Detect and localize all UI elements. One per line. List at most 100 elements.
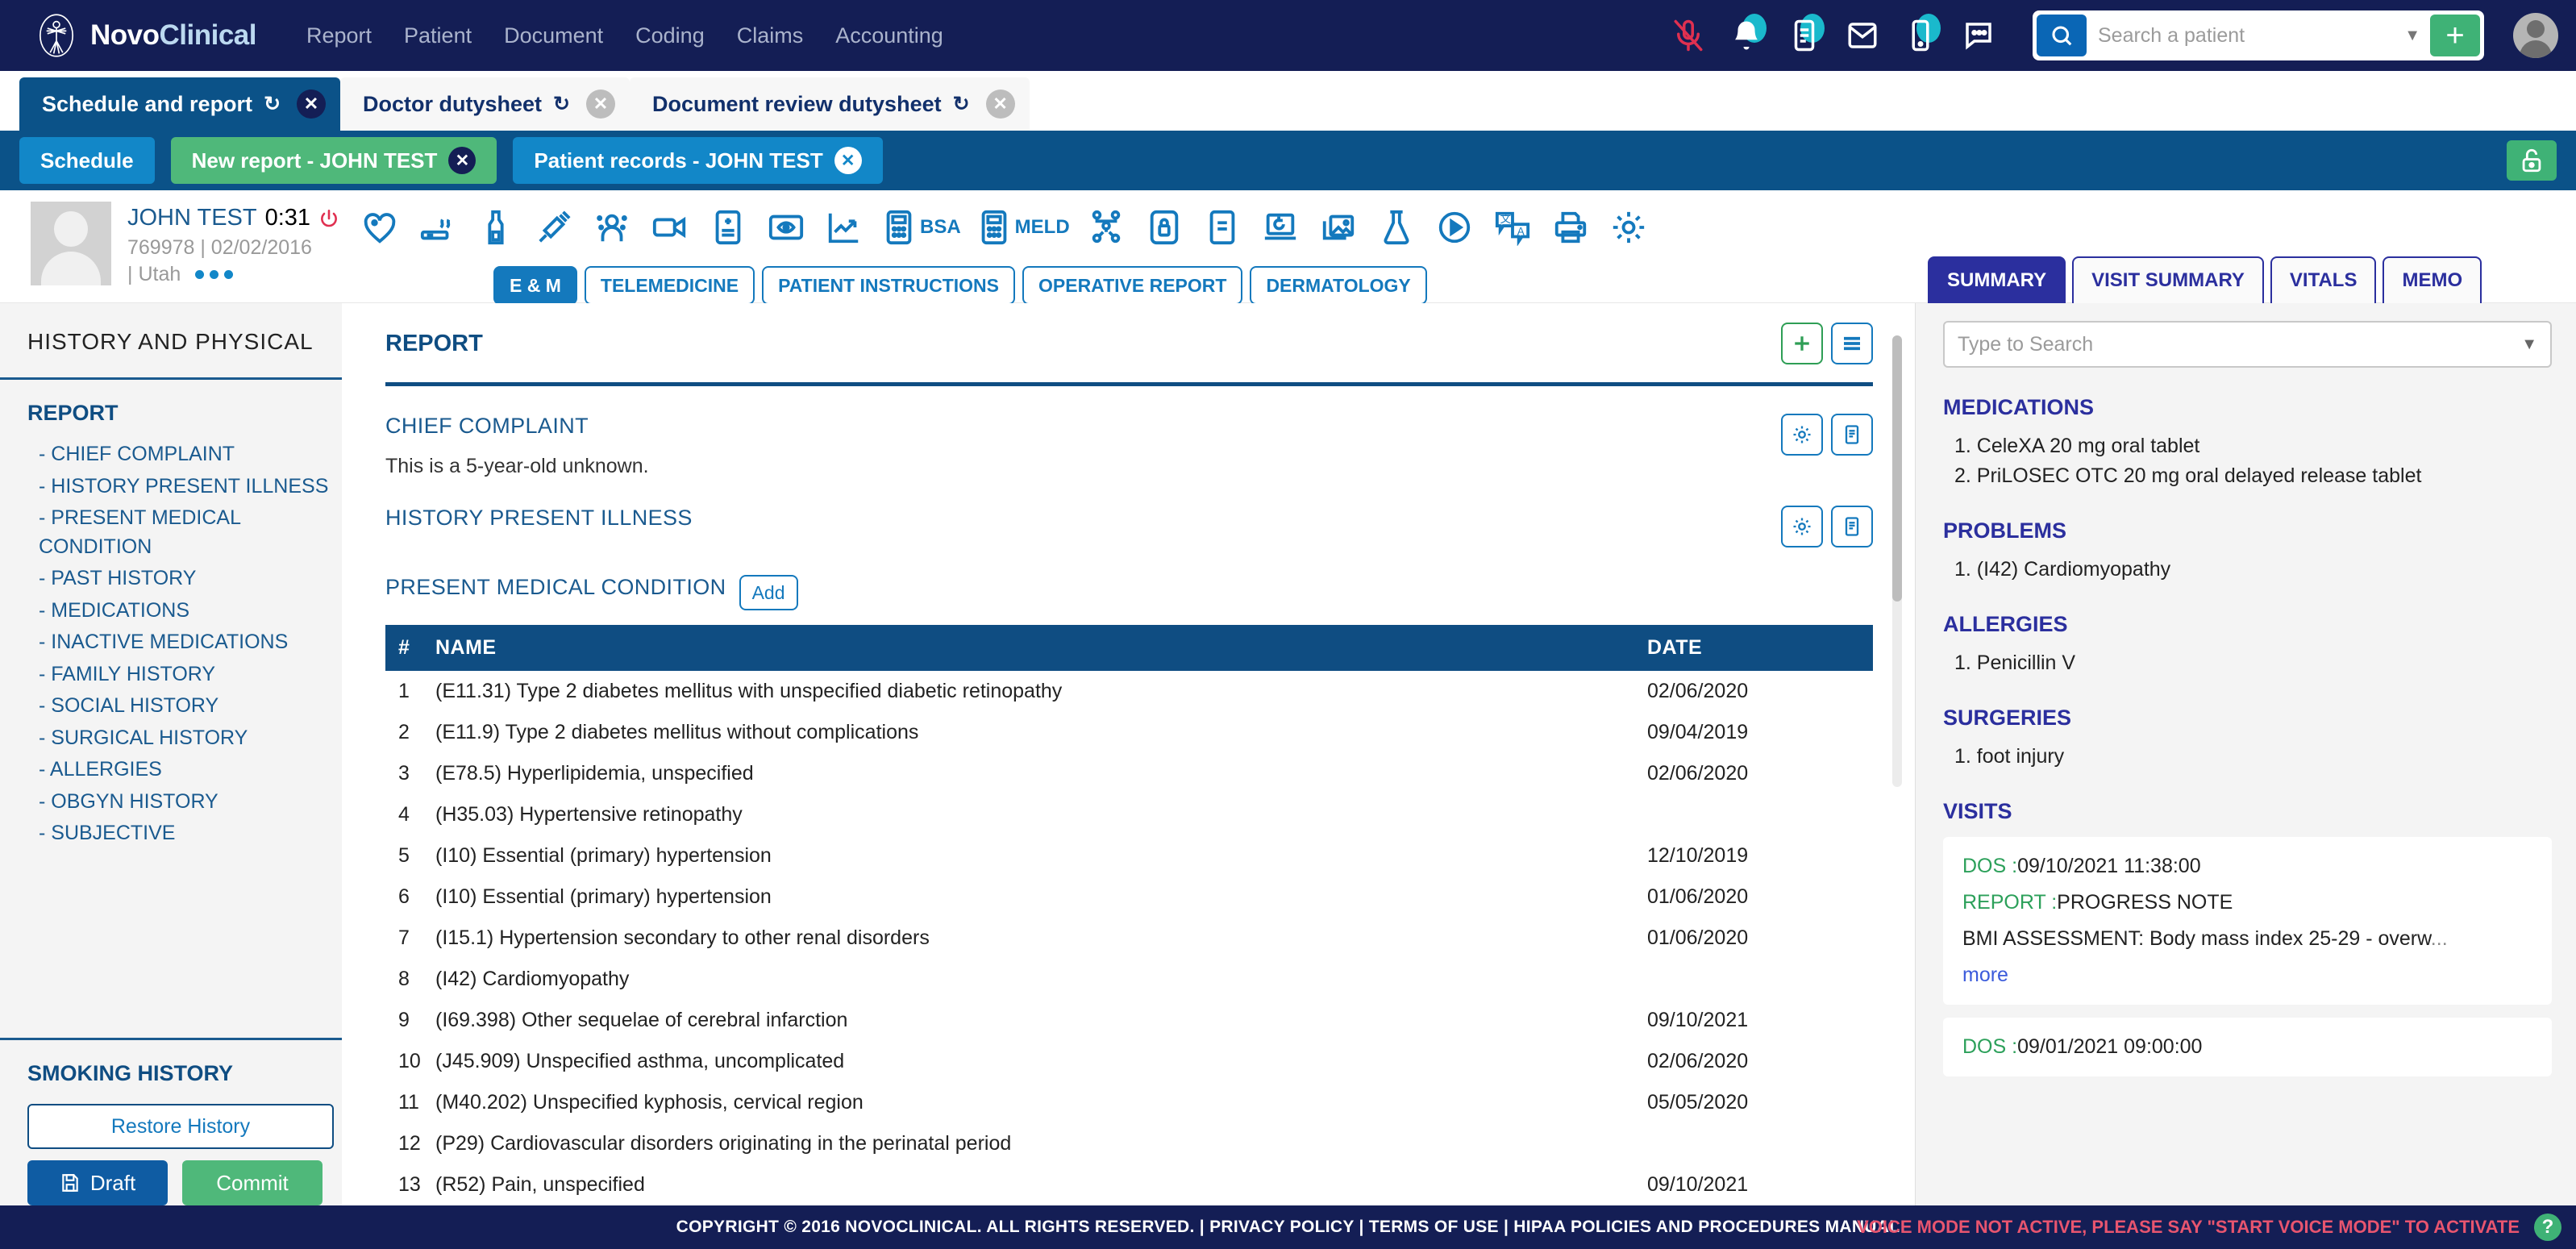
notifications-bell-icon[interactable] — [1728, 17, 1765, 54]
sidebar-item-allergies[interactable]: - ALLERGIES — [27, 754, 342, 786]
search-button[interactable] — [2037, 15, 2087, 56]
add-patient-button[interactable]: + — [2430, 15, 2480, 56]
brand-logo-group[interactable]: NovoClinical — [34, 13, 256, 58]
alcohol-bottle-icon[interactable] — [471, 205, 521, 250]
document-icon[interactable] — [1197, 205, 1247, 250]
lock-icon[interactable] — [1139, 205, 1189, 250]
table-row[interactable]: 10(J45.909) Unspecified asthma, uncompli… — [385, 1041, 1873, 1082]
sub-tab-new-report[interactable]: New report - JOHN TEST ✕ — [171, 137, 497, 184]
video-camera-icon[interactable] — [645, 205, 695, 250]
user-avatar[interactable] — [2513, 13, 2558, 58]
table-row[interactable]: 4(H35.03) Hypertensive retinopathy — [385, 794, 1873, 835]
table-row[interactable]: 5(I10) Essential (primary) hypertension1… — [385, 835, 1873, 876]
table-row[interactable]: 7(I15.1) Hypertension secondary to other… — [385, 918, 1873, 959]
gear-icon[interactable] — [1604, 205, 1654, 250]
unlock-button[interactable] — [2507, 140, 2557, 181]
sidebar-item-past-history[interactable]: - PAST HISTORY — [27, 563, 342, 595]
window-tab-document-review-dutysheet[interactable]: Document review dutysheet ↻ ✕ — [630, 77, 1030, 131]
sidebar-item-social-history[interactable]: - SOCIAL HISTORY — [27, 690, 342, 722]
section-template-button[interactable] — [1831, 414, 1873, 456]
cigarette-icon[interactable] — [413, 205, 463, 250]
tab-vitals[interactable]: VITALS — [2270, 256, 2377, 303]
microphone-muted-icon[interactable] — [1670, 17, 1707, 54]
report-type-e-and-m[interactable]: E & M — [493, 266, 577, 305]
power-icon[interactable] — [318, 208, 339, 229]
visit-more-link[interactable]: more — [1962, 964, 2532, 987]
report-type-dermatology[interactable]: DERMATOLOGY — [1250, 266, 1426, 305]
close-icon[interactable]: ✕ — [986, 90, 1015, 119]
report-menu-button[interactable] — [1831, 323, 1873, 364]
help-icon[interactable]: ? — [2534, 1214, 2561, 1241]
report-scrollbar[interactable] — [1892, 335, 1902, 787]
refresh-icon[interactable]: ↻ — [264, 92, 281, 116]
menu-item-report[interactable]: Report — [306, 23, 372, 48]
family-tree-icon[interactable] — [1081, 205, 1131, 250]
translate-icon[interactable]: 文A — [1488, 205, 1538, 250]
meld-calculator-icon[interactable]: MELD — [972, 205, 1073, 250]
table-row[interactable]: 1(E11.31) Type 2 diabetes mellitus with … — [385, 671, 1873, 712]
restore-laptop-icon[interactable] — [1255, 205, 1305, 250]
refresh-icon[interactable]: ↻ — [953, 92, 970, 116]
close-icon[interactable]: ✕ — [297, 90, 326, 119]
menu-item-claims[interactable]: Claims — [737, 23, 804, 48]
chevron-down-icon[interactable]: ▼ — [2395, 27, 2430, 45]
table-row[interactable]: 3(E78.5) Hyperlipidemia, unspecified02/0… — [385, 753, 1873, 794]
tasks-clipboard-icon[interactable] — [1786, 17, 1823, 54]
refresh-icon[interactable]: ↻ — [553, 92, 570, 116]
tab-visit-summary[interactable]: VISIT SUMMARY — [2072, 256, 2264, 303]
sidebar-item-family-history[interactable]: - FAMILY HISTORY — [27, 659, 342, 691]
menu-item-document[interactable]: Document — [504, 23, 603, 48]
menu-item-coding[interactable]: Coding — [635, 23, 705, 48]
visit-card[interactable]: DOS :09/10/2021 11:38:00 REPORT :PROGRES… — [1943, 837, 2552, 1005]
table-row[interactable]: 12(P29) Cardiovascular disorders origina… — [385, 1123, 1873, 1164]
report-type-patient-instructions[interactable]: PATIENT INSTRUCTIONS — [762, 266, 1015, 305]
bsa-calculator-icon[interactable]: BSA — [877, 205, 964, 250]
table-row[interactable]: 9(I69.398) Other sequelae of cerebral in… — [385, 1000, 1873, 1041]
close-icon[interactable]: ✕ — [834, 147, 862, 174]
images-icon[interactable] — [1313, 205, 1363, 250]
menu-item-accounting[interactable]: Accounting — [835, 23, 943, 48]
sidebar-item-obgyn-history[interactable]: - OBGYN HISTORY — [27, 786, 342, 818]
sidebar-item-surgical-history[interactable]: - SURGICAL HISTORY — [27, 722, 342, 755]
section-template-button[interactable] — [1831, 506, 1873, 547]
heart-icon[interactable] — [355, 205, 405, 250]
medical-card-icon[interactable] — [703, 205, 753, 250]
sidebar-item-history-present-illness[interactable]: - HISTORY PRESENT ILLNESS — [27, 471, 342, 503]
sidebar-item-present-medical-condition[interactable]: - PRESENT MEDICAL CONDITION — [27, 502, 342, 563]
syringe-icon[interactable] — [529, 205, 579, 250]
report-type-telemedicine[interactable]: TELEMEDICINE — [585, 266, 755, 305]
restore-history-button[interactable]: Restore History — [27, 1104, 334, 1149]
window-tab-doctor-dutysheet[interactable]: Doctor dutysheet ↻ ✕ — [340, 77, 630, 131]
mail-envelope-icon[interactable] — [1844, 17, 1881, 54]
chevron-down-icon[interactable]: ▼ — [2521, 335, 2537, 354]
table-row[interactable]: 8(I42) Cardiomyopathy — [385, 959, 1873, 1000]
add-section-button[interactable] — [1781, 323, 1823, 364]
table-row[interactable]: 13(R52) Pain, unspecified09/10/2021 — [385, 1164, 1873, 1205]
mobile-phone-icon[interactable] — [1902, 17, 1939, 54]
close-icon[interactable]: ✕ — [586, 90, 615, 119]
close-icon[interactable]: ✕ — [448, 147, 476, 174]
sidebar-item-inactive-medications[interactable]: - INACTIVE MEDICATIONS — [27, 627, 342, 659]
tab-memo[interactable]: MEMO — [2382, 256, 2482, 303]
table-row[interactable]: 2(E11.9) Type 2 diabetes mellitus withou… — [385, 712, 1873, 753]
table-row[interactable]: 6(I10) Essential (primary) hypertension0… — [385, 876, 1873, 918]
play-icon[interactable] — [1429, 205, 1479, 250]
tab-summary[interactable]: SUMMARY — [1928, 256, 2066, 303]
sidebar-item-medications[interactable]: - MEDICATIONS — [27, 595, 342, 627]
more-options-icon[interactable] — [195, 270, 233, 279]
chat-bubble-icon[interactable] — [1960, 17, 1997, 54]
eye-card-icon[interactable] — [761, 205, 811, 250]
sidebar-item-chief-complaint[interactable]: - CHIEF COMPLAINT — [27, 439, 342, 471]
scrollbar-thumb[interactable] — [1892, 335, 1902, 602]
menu-item-patient[interactable]: Patient — [404, 23, 472, 48]
table-row[interactable]: 11(M40.202) Unspecified kyphosis, cervic… — [385, 1082, 1873, 1123]
section-settings-button[interactable] — [1781, 506, 1823, 547]
summary-search-input[interactable] — [1958, 333, 2521, 356]
commit-button[interactable]: Commit — [182, 1160, 323, 1205]
report-type-operative-report[interactable]: OPERATIVE REPORT — [1022, 266, 1242, 305]
section-settings-button[interactable] — [1781, 414, 1823, 456]
add-condition-button[interactable]: Add — [739, 575, 798, 610]
sub-tab-schedule[interactable]: Schedule — [19, 137, 155, 184]
search-input[interactable] — [2087, 24, 2395, 48]
lab-flask-icon[interactable] — [1371, 205, 1421, 250]
